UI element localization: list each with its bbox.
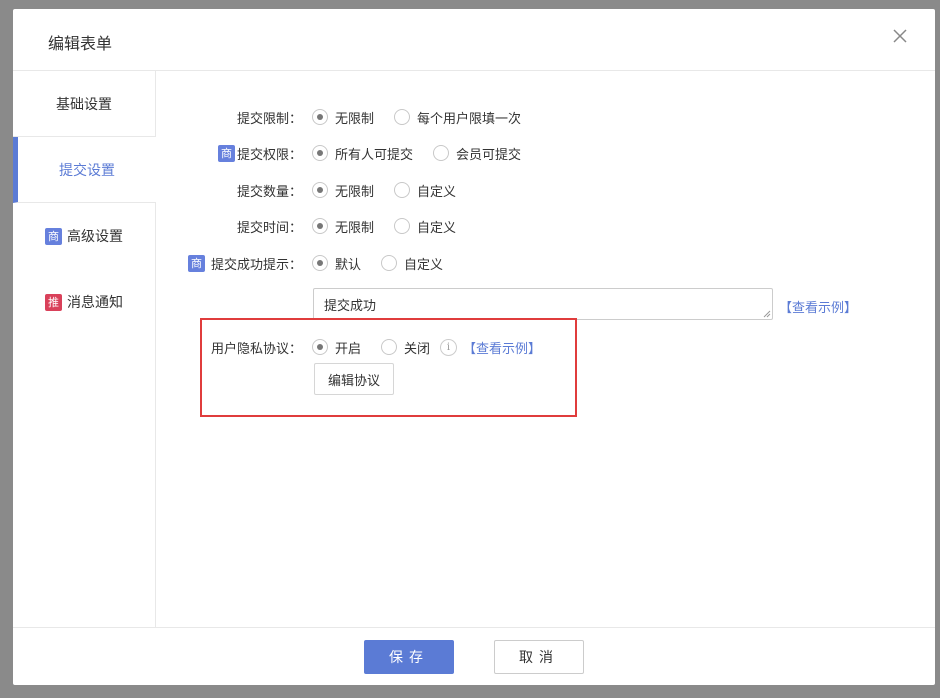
submit-time-label: 提交时间：: [236, 220, 302, 236]
radio-checked-icon: [312, 255, 328, 271]
submit-limit-label: 提交限制：: [236, 111, 302, 127]
resize-grip-icon[interactable]: [763, 310, 771, 318]
business-tag: 商: [45, 227, 62, 245]
sidebar-item-label: 基础设置: [56, 96, 112, 113]
cancel-button[interactable]: 取消: [494, 640, 584, 674]
radio-unchecked-icon: [394, 182, 411, 198]
highlight-annotation-box: [200, 318, 577, 417]
radio-label: 每个用户限填一次: [417, 111, 522, 127]
success-tip-text: 提交成功: [324, 299, 377, 314]
sidebar-item-basic-settings[interactable]: 基础设置: [13, 71, 155, 137]
radio-label: 自定义: [404, 257, 444, 273]
submit-limit-row: 提交限制： 无限制 每个用户限填一次: [157, 105, 541, 129]
success-tip-row: 商 提交成功提示： 默认 自定义: [157, 251, 463, 275]
sidebar-item-message-notification[interactable]: 推 消息通知: [13, 269, 155, 335]
success-tip-textarea[interactable]: 提交成功: [313, 288, 773, 320]
radio-label: 自定义: [417, 220, 457, 236]
radio-label: 会员可提交: [456, 147, 522, 163]
radio-unchecked-icon: [381, 255, 398, 271]
radio-checked-icon: [312, 218, 328, 234]
sidebar: 基础设置 提交设置 商 高级设置 推 消息通知: [13, 71, 156, 627]
radio-default[interactable]: 默认: [312, 254, 361, 273]
radio-label: 无限制: [335, 111, 375, 127]
radio-checked-icon: [312, 109, 328, 125]
radio-checked-icon: [312, 145, 328, 161]
sidebar-item-label: 消息通知: [67, 295, 123, 311]
save-button[interactable]: 保存: [364, 640, 454, 674]
edit-form-dialog: 编辑表单 基础设置 提交设置 商 高级设置 推 消息通知 提交限制： 无限制 每…: [13, 9, 935, 685]
radio-unlimited[interactable]: 无限制: [312, 181, 374, 200]
radio-once-per-user[interactable]: 每个用户限填一次: [394, 108, 521, 127]
radio-unchecked-icon: [394, 109, 411, 125]
radio-label: 默认: [335, 257, 362, 273]
sidebar-item-submit-settings[interactable]: 提交设置: [13, 137, 156, 203]
business-tag: 商: [187, 254, 205, 272]
radio-members[interactable]: 会员可提交: [433, 144, 521, 163]
radio-custom[interactable]: 自定义: [394, 181, 456, 200]
radio-custom[interactable]: 自定义: [394, 217, 456, 236]
radio-label: 无限制: [335, 184, 375, 200]
backdrop: [0, 684, 940, 698]
radio-checked-icon: [312, 182, 328, 198]
radio-label: 无限制: [335, 220, 375, 236]
radio-unchecked-icon: [394, 218, 411, 234]
submit-count-row: 提交数量： 无限制 自定义: [157, 178, 476, 202]
close-icon[interactable]: [891, 27, 909, 45]
success-tip-label: 提交成功提示：: [210, 257, 302, 273]
radio-label: 所有人可提交: [335, 147, 414, 163]
dialog-footer: 保存 取消: [13, 627, 935, 685]
submit-time-row: 提交时间： 无限制 自定义: [157, 214, 476, 238]
sidebar-item-label: 提交设置: [59, 162, 115, 179]
radio-unchecked-icon: [433, 145, 450, 161]
radio-unlimited[interactable]: 无限制: [312, 217, 374, 236]
submit-permission-row: 商 提交权限： 所有人可提交 会员可提交: [157, 141, 541, 165]
view-example-link[interactable]: 【查看示例】: [779, 297, 857, 316]
radio-everyone[interactable]: 所有人可提交: [312, 144, 413, 163]
radio-label: 自定义: [417, 184, 457, 200]
dialog-title: 编辑表单: [48, 34, 113, 53]
radio-unlimited[interactable]: 无限制: [312, 108, 374, 127]
push-tag: 推: [45, 293, 62, 311]
sidebar-item-advanced-settings[interactable]: 商 高级设置: [13, 203, 155, 269]
dialog-header: 编辑表单: [13, 9, 935, 71]
submit-permission-label: 提交权限：: [236, 147, 302, 163]
business-tag: 商: [217, 144, 235, 162]
radio-custom[interactable]: 自定义: [381, 254, 443, 273]
submit-count-label: 提交数量：: [236, 184, 302, 200]
sidebar-item-label: 高级设置: [67, 229, 123, 245]
